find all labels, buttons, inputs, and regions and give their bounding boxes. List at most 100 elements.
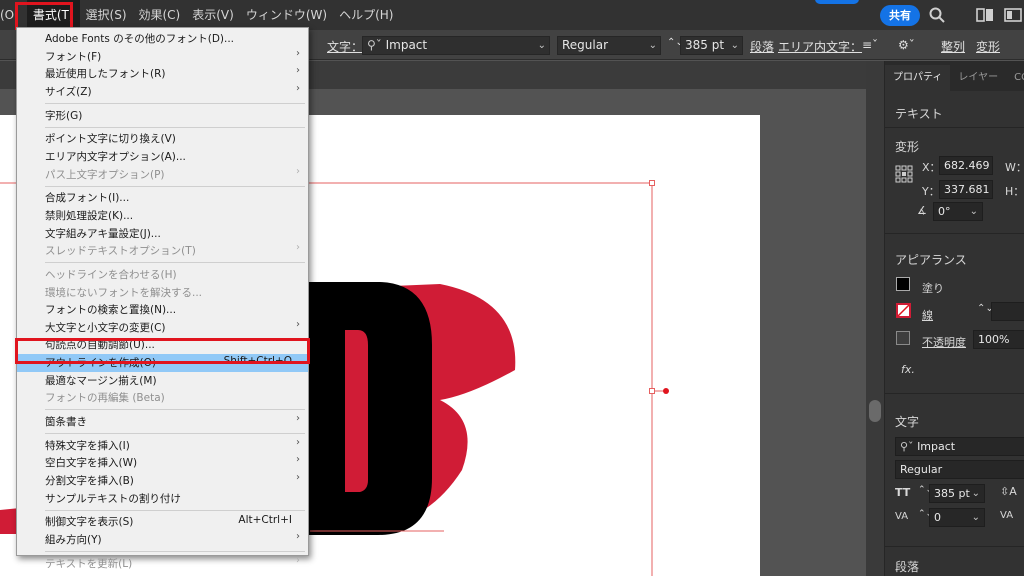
menu-item-label: 最近使用したフォント(R) xyxy=(45,68,166,81)
menu-item: テキストを更新(L) › xyxy=(17,555,308,573)
submenu-arrow-icon: › xyxy=(296,165,300,177)
menu-item: ヘッドラインを合わせる(H) xyxy=(17,266,308,284)
submenu-arrow-icon: › xyxy=(296,454,300,466)
menu-item-label: フォント(F) xyxy=(45,50,102,63)
menu-separator xyxy=(45,551,305,553)
panel-size-field[interactable]: 385 pt ⌄ xyxy=(929,484,985,503)
tab-properties[interactable]: プロパティ xyxy=(885,65,951,91)
kerning-icon: VA xyxy=(1000,510,1014,521)
opacity-icon xyxy=(896,331,910,345)
menu-item[interactable]: 箇条書き › xyxy=(17,413,308,431)
menu-item[interactable]: サイズ(Z) › xyxy=(17,83,308,101)
leading-icon: ⇳A xyxy=(1000,485,1017,498)
panel-divider xyxy=(885,393,1024,394)
submenu-arrow-icon: › xyxy=(296,242,300,254)
panel-divider xyxy=(885,233,1024,234)
menu-item[interactable]: 禁則処理設定(K)... xyxy=(17,207,308,225)
menu-item[interactable]: 大文字と小文字の変更(C) › xyxy=(17,319,308,337)
menu-item-label: 大文字と小文字の変更(C) xyxy=(45,321,166,334)
menu-separator xyxy=(45,409,305,411)
text-overflow-port[interactable] xyxy=(663,388,669,394)
menu-item[interactable]: 最適なマージン揃え(M) xyxy=(17,372,308,390)
workspace-icon[interactable] xyxy=(1004,6,1022,24)
menu-item-shortcut: Alt+Ctrl+I xyxy=(238,514,292,527)
opacity-label[interactable]: 不透明度 xyxy=(922,334,966,350)
y-field[interactable]: 337.681 xyxy=(939,180,993,199)
canvas-scroll-thumb[interactable] xyxy=(869,400,881,422)
panel-style-field[interactable]: Regular xyxy=(895,460,1024,479)
menu-item[interactable]: 分割文字を挿入(B) › xyxy=(17,472,308,490)
menu-item-label: ヘッドラインを合わせる(H) xyxy=(45,269,177,281)
share-button[interactable]: 共有 xyxy=(880,5,920,26)
menu-separator xyxy=(45,509,305,511)
menu-item[interactable]: フォント(F) › xyxy=(17,48,308,66)
panel-font-field[interactable]: ⚲ˇ Impact xyxy=(895,437,1024,456)
menu-item[interactable]: 特殊文字を挿入(I) › xyxy=(17,437,308,455)
canvas-scrollbar[interactable] xyxy=(866,61,884,576)
fx-icon[interactable]: fx. xyxy=(901,363,915,376)
menu-item[interactable]: Adobe Fonts のその他のフォント(D)... xyxy=(17,30,308,48)
menu-item[interactable]: 合成フォント(I)... xyxy=(17,189,308,207)
menu-item[interactable]: 制御文字を表示(S) Alt+Ctrl+I xyxy=(17,513,308,531)
w-label: W： xyxy=(1005,161,1024,174)
panel-divider xyxy=(885,127,1024,128)
menu-item[interactable]: エリア内文字オプション(A)... xyxy=(17,148,308,166)
tab-layers[interactable]: レイヤー xyxy=(950,65,1006,91)
tracking-field[interactable]: 0 ⌄ xyxy=(929,508,985,527)
chevron-down-icon: ⌄ xyxy=(971,488,980,499)
x-field[interactable]: 682.469 xyxy=(939,156,993,175)
recolor-icon[interactable]: ⚙ˇ xyxy=(898,38,915,52)
menu-item[interactable]: 組み方向(Y) › xyxy=(17,531,308,549)
panel-divider xyxy=(885,546,1024,547)
x-label: X： xyxy=(922,161,941,174)
bounding-box-handle[interactable] xyxy=(649,388,655,394)
menu-item[interactable]: ポイント文字に切り換え(V) xyxy=(17,130,308,148)
menu-separator xyxy=(45,433,305,435)
menu-item-label: エリア内文字オプション(A)... xyxy=(45,151,186,163)
panel-tabs: プロパティ レイヤー CC ラ xyxy=(885,61,1024,91)
submenu-arrow-icon: › xyxy=(296,47,300,59)
menu-item-label: フォントの検索と置換(N)... xyxy=(45,304,177,317)
font-search-icon: ⚲ˇ xyxy=(900,440,918,453)
stroke-label[interactable]: 線 xyxy=(922,307,933,323)
submenu-arrow-icon: › xyxy=(296,531,300,542)
menu-separator xyxy=(45,262,305,264)
menu-item[interactable]: 文字組みアキ量設定(J)... xyxy=(17,225,308,243)
menu-item[interactable]: 字形(G) xyxy=(17,107,308,125)
menu-item-label: Adobe Fonts のその他のフォント(D)... xyxy=(45,33,235,45)
opacity-field[interactable]: 100% xyxy=(973,330,1024,349)
search-icon[interactable] xyxy=(928,6,946,24)
h-label: H： xyxy=(1005,185,1024,198)
transform-heading: 変形 xyxy=(895,140,920,154)
menu-item-label: 禁則処理設定(K)... xyxy=(45,210,134,222)
submenu-arrow-icon: › xyxy=(296,413,300,424)
properties-panel: プロパティ レイヤー CC ラ テキスト 変形 X： 682.469 W： Y：… xyxy=(884,61,1024,576)
arrange-documents-icon[interactable] xyxy=(976,6,994,24)
menu-item-label: 空白文字を挿入(W) xyxy=(45,457,138,470)
stroke-weight-field[interactable] xyxy=(991,302,1024,321)
fill-swatch[interactable] xyxy=(896,277,910,291)
type-menu-dropdown: Adobe Fonts のその他のフォント(D)... フォント(F) › 最近使用し… xyxy=(16,27,309,570)
rotation-field[interactable]: 0° ⌄ xyxy=(933,202,983,221)
menu-item-label: 字形(G) xyxy=(45,109,83,122)
menu-item-label: 特殊文字を挿入(I) xyxy=(45,439,130,452)
control-align-link[interactable]: 整列 xyxy=(941,38,965,55)
submenu-arrow-icon: › xyxy=(296,65,300,77)
menu-item-label: テキストを更新(L) xyxy=(45,557,133,570)
reference-point-icon[interactable] xyxy=(895,165,913,183)
fill-label: 塗り xyxy=(922,282,944,295)
menu-item[interactable]: 空白文字を挿入(W) › xyxy=(17,454,308,472)
menu-item[interactable]: 最近使用したフォント(R) › xyxy=(17,65,308,83)
menu-item[interactable]: フォントの検索と置換(N)... xyxy=(17,301,308,319)
menu-separator xyxy=(45,126,305,128)
menu-item-label: パス上文字オプション(P) xyxy=(45,168,165,181)
menu-item-label: 合成フォント(I)... xyxy=(45,192,130,205)
tab-cc-libraries[interactable]: CC ラ xyxy=(1006,65,1024,91)
bounding-box-handle[interactable] xyxy=(649,180,655,186)
menu-item[interactable]: サンプルテキストの割り付け xyxy=(17,490,308,508)
menu-item-label: 環境にないフォントを解決する... xyxy=(45,286,203,299)
menu-item-label: ポイント文字に切り換え(V) xyxy=(45,133,176,146)
control-transform-link[interactable]: 変形 xyxy=(976,38,1000,55)
stroke-swatch[interactable] xyxy=(896,303,911,318)
menu-item-label: サイズ(Z) xyxy=(45,85,92,98)
